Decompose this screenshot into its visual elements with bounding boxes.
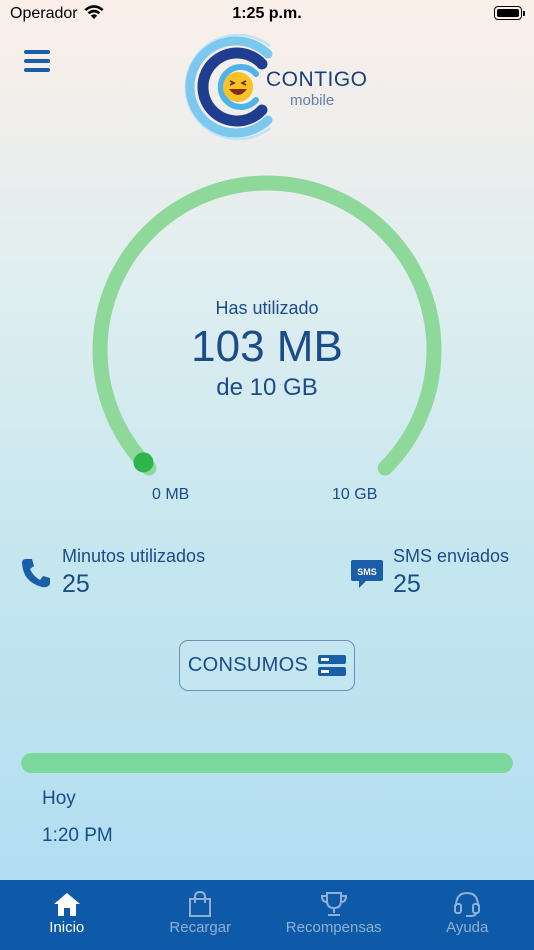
- sms-label: SMS enviados: [393, 546, 510, 566]
- usage-progress-bar: [21, 753, 513, 773]
- phone-icon: [22, 559, 50, 588]
- consumos-button[interactable]: CONSUMOS: [179, 640, 355, 691]
- minutes-stat: Minutos utilizados 25: [62, 546, 205, 599]
- consumos-button-label: CONSUMOS: [187, 654, 309, 676]
- bag-icon: [189, 891, 212, 917]
- minutes-value: 25: [62, 570, 90, 598]
- tab-label: Inicio: [49, 919, 85, 936]
- gauge-indicator: [133, 452, 154, 473]
- tab-inicio[interactable]: Inicio: [0, 880, 134, 950]
- tab-bar: Inicio Recargar Recompensas Ayuda: [0, 880, 534, 950]
- clock: 1:25 p.m.: [232, 5, 302, 22]
- tab-label: Recargar: [169, 919, 232, 936]
- status-bar: Operador 1:25 p.m.: [0, 0, 534, 30]
- battery-icon: [494, 6, 525, 20]
- gauge-total-label: de 10 GB: [216, 374, 318, 401]
- history-time: 1:20 PM: [42, 825, 113, 846]
- home-icon: [53, 893, 80, 916]
- tab-recompensas[interactable]: Recompensas: [267, 880, 401, 950]
- tab-recargar[interactable]: Recargar: [134, 880, 268, 950]
- gauge-top-label: Has utilizado: [215, 298, 319, 318]
- sms-stat: SMS enviados 25: [393, 546, 509, 599]
- logo-sub-text: mobile: [290, 92, 335, 109]
- hamburger-menu-icon[interactable]: [24, 50, 50, 74]
- history-day: Hoy: [42, 788, 76, 809]
- sms-icon: SMS: [351, 560, 383, 588]
- usage-progress-fill: [21, 753, 513, 773]
- gauge-max-label: 10 GB: [332, 486, 378, 503]
- logo-brand-text: CONTIGO: [266, 68, 368, 91]
- headset-icon: [454, 891, 481, 917]
- gauge-used-value: 103 MB: [191, 322, 343, 371]
- server-icon: [318, 654, 347, 676]
- trophy-icon: [320, 892, 347, 916]
- tab-label: Recompensas: [285, 919, 382, 936]
- tab-ayuda[interactable]: Ayuda: [401, 880, 534, 950]
- app-logo: CONTIGO mobile: [178, 30, 378, 144]
- tab-label: Ayuda: [446, 919, 489, 936]
- svg-text:SMS: SMS: [357, 567, 377, 577]
- minutes-label: Minutos utilizados: [62, 546, 206, 566]
- gauge-min-label: 0 MB: [152, 486, 190, 503]
- sms-value: 25: [393, 570, 421, 598]
